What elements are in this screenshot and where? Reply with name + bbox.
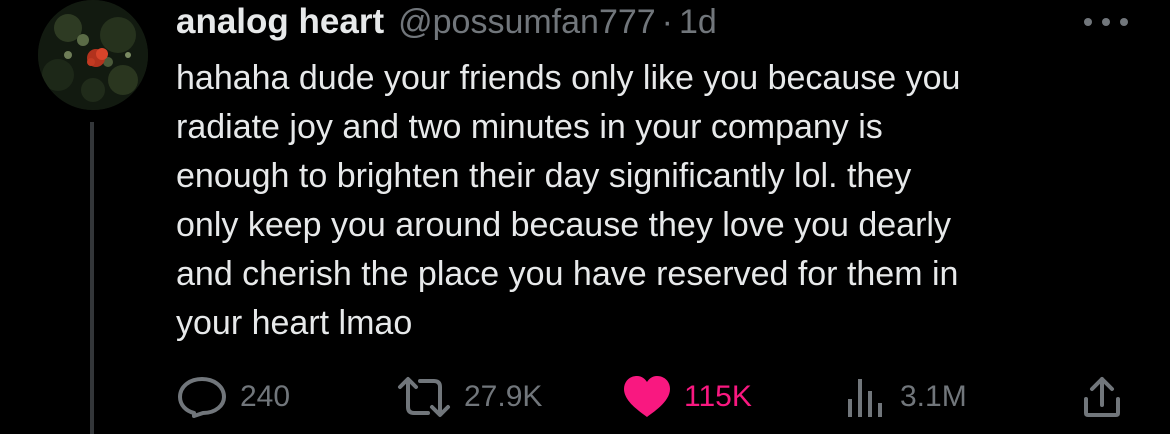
reply-button[interactable]: 240 (176, 372, 290, 422)
more-dot (1102, 18, 1110, 26)
avatar-image (38, 0, 148, 110)
share-button[interactable] (1080, 372, 1124, 422)
author-name[interactable]: analog heart (176, 2, 384, 42)
like-button[interactable]: 115K (622, 372, 752, 422)
separator-dot: · (661, 3, 673, 41)
heart-icon (624, 376, 670, 417)
views-button[interactable]: 3.1M (844, 372, 967, 422)
tweet-text-line: radiate joy and two minutes in your comp… (176, 108, 883, 146)
action-bar: 240 27.9K 115K 3.1M (176, 372, 1136, 422)
tweet-text-line: your heart lmao (176, 304, 413, 342)
more-icon[interactable] (1084, 8, 1128, 36)
more-dot (1084, 18, 1092, 26)
tweet-text-line: hahaha dude your friends only like you b… (176, 59, 961, 97)
retweet-count: 27.9K (464, 380, 543, 413)
retweet-button[interactable]: 27.9K (396, 372, 542, 422)
tweet-text: hahaha dude your friends only like you b… (176, 54, 1136, 348)
timestamp[interactable]: 1d (679, 3, 717, 42)
reply-count: 240 (240, 380, 291, 413)
tweet-text-line: enough to brighten their day significant… (176, 157, 912, 195)
tweet-text-line: and cherish the place you have reserved … (176, 255, 959, 293)
avatar[interactable] (38, 0, 148, 110)
views-icon (848, 379, 882, 417)
retweet-icon (398, 377, 450, 417)
tweet-text-line: only keep you around because they love y… (176, 206, 951, 244)
views-count: 3.1M (900, 380, 967, 413)
more-dot (1120, 18, 1128, 26)
author-handle[interactable]: @possumfan777 (398, 3, 656, 42)
thread-line (90, 122, 94, 434)
share-icon (1084, 377, 1120, 417)
tweet-header: analog heart @possumfan777 · 1d (176, 2, 717, 46)
like-count: 115K (684, 380, 752, 413)
reply-icon (178, 377, 226, 418)
